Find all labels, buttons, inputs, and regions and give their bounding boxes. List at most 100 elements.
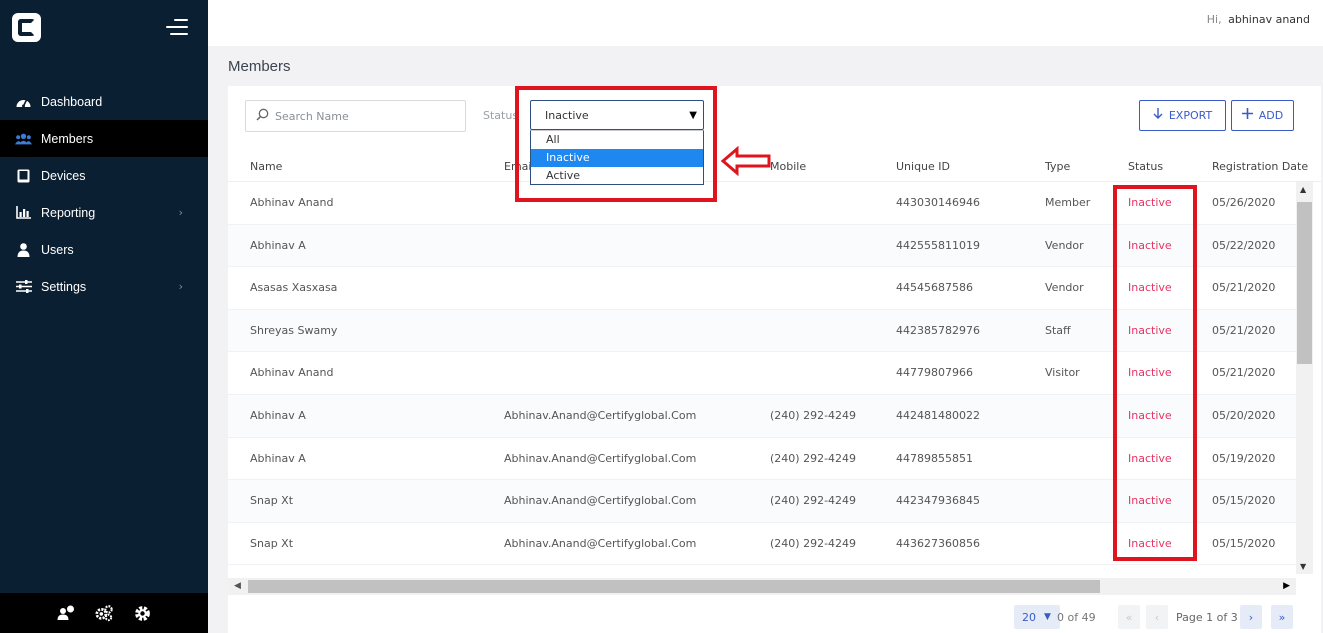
status-select[interactable]: Inactive ▼	[530, 100, 704, 130]
cell-name: Asasas Xasxasa	[250, 281, 338, 295]
column-header-type[interactable]: Type	[1045, 160, 1070, 173]
cell-registration-date: 05/21/2020	[1212, 366, 1276, 380]
user-greeting[interactable]: Hi, abhinav anand	[1207, 13, 1310, 26]
cell-name: Shreyas Swamy	[250, 323, 338, 337]
search-icon	[256, 108, 269, 124]
top-header: Hi, abhinav anand	[208, 0, 1323, 46]
cell-name: Snap Xt	[250, 494, 294, 508]
status-dropdown-list: All Inactive Active	[530, 130, 704, 185]
scroll-up-arrow-icon[interactable]: ▲	[1300, 185, 1306, 194]
cell-type: Vendor	[1045, 238, 1084, 252]
app-logo[interactable]	[12, 13, 41, 42]
cell-type: Vendor	[1045, 281, 1084, 295]
members-group-icon	[15, 132, 32, 146]
scroll-right-arrow-icon[interactable]: ▶	[1283, 581, 1290, 591]
last-page-icon[interactable]: »	[1271, 605, 1293, 629]
chevron-right-icon: ›	[178, 280, 183, 293]
cell-unique-id: 44545687586	[896, 281, 973, 295]
status-option-all[interactable]: All	[531, 131, 703, 149]
cell-status: Inactive	[1128, 323, 1172, 337]
status-selected-value: Inactive	[545, 108, 589, 122]
column-header-unique-id[interactable]: Unique ID	[896, 160, 950, 173]
table-row[interactable]: Abhinav A Abhinav.Anand@Certifyglobal.Co…	[228, 394, 1296, 438]
cell-unique-id: 44779807966	[896, 366, 973, 380]
record-count: 0 of 49	[1057, 611, 1096, 624]
cell-email: Abhinav.Anand@Certifyglobal.Com	[504, 494, 697, 508]
search-box[interactable]	[245, 100, 466, 132]
cell-status: Inactive	[1128, 494, 1172, 508]
next-page-icon[interactable]: ›	[1240, 605, 1262, 629]
page-size-select[interactable]: 20 ▼	[1014, 605, 1060, 629]
table-row[interactable]: Snap Xt Abhinav.Anand@Certifyglobal.Com …	[228, 523, 1296, 566]
cell-email: Abhinav.Anand@Certifyglobal.Com	[504, 536, 697, 550]
cell-unique-id: 44789855851	[896, 451, 973, 465]
scroll-down-arrow-icon[interactable]: ▼	[1300, 562, 1306, 571]
horizontal-scroll-thumb[interactable]	[248, 580, 1100, 593]
page-indicator: Page 1 of 3	[1176, 611, 1238, 624]
bar-chart-icon	[15, 206, 32, 220]
cell-name: Snap Xt	[250, 536, 294, 550]
cell-unique-id: 442385782976	[896, 323, 980, 337]
cell-unique-id: 442347936845	[896, 494, 980, 508]
horizontal-scrollbar[interactable]: ◀ ▶	[228, 578, 1296, 595]
sidebar-item-members[interactable]: Members	[0, 120, 208, 157]
table-row[interactable]: Shreyas Swamy 442385782976 Staff Inactiv…	[228, 309, 1296, 353]
vertical-scrollbar[interactable]: ▲ ▼	[1296, 182, 1313, 574]
search-input[interactable]	[275, 109, 455, 123]
hamburger-menu-icon[interactable]	[164, 18, 188, 36]
table-body: Abhinav Anand 443030146946 Member Inacti…	[228, 182, 1296, 578]
sidebar-nav: Dashboard Members Devices Reporting › Us…	[0, 83, 208, 305]
sidebar-item-label: Dashboard	[41, 94, 103, 109]
sidebar-item-settings[interactable]: Settings ›	[0, 268, 208, 305]
cogs-icon[interactable]	[95, 604, 113, 622]
cell-status: Inactive	[1128, 451, 1172, 465]
caret-down-icon: ▼	[1044, 612, 1051, 622]
cell-status: Inactive	[1128, 238, 1172, 252]
status-filter-label: Status	[483, 109, 519, 122]
table-row[interactable]: Abhinav A Abhinav.Anand@Certifyglobal.Co…	[228, 438, 1296, 481]
vertical-scroll-thumb[interactable]	[1297, 202, 1312, 364]
cell-name: Abhinav A	[250, 451, 306, 465]
chevron-right-icon: ›	[178, 206, 183, 219]
user-icon	[15, 242, 32, 257]
column-header-status[interactable]: Status	[1128, 160, 1163, 173]
table-row[interactable]: Abhinav Anand 44779807966 Visitor Inacti…	[228, 352, 1296, 395]
cell-status: Inactive	[1128, 281, 1172, 295]
arrow-down-icon	[1153, 108, 1163, 123]
cell-unique-id: 442481480022	[896, 408, 980, 422]
cell-email: Abhinav.Anand@Certifyglobal.Com	[504, 408, 697, 422]
cell-status: Inactive	[1128, 366, 1172, 380]
first-page-icon[interactable]: «	[1118, 605, 1140, 629]
gear-icon[interactable]	[133, 604, 151, 622]
table-row[interactable]: Asasas Xasxasa 44545687586 Vendor Inacti…	[228, 267, 1296, 310]
sidebar-item-label: Reporting	[41, 205, 96, 220]
cell-registration-date: 05/15/2020	[1212, 536, 1276, 550]
add-button[interactable]: ADD	[1231, 100, 1294, 131]
cell-type: Visitor	[1045, 366, 1080, 380]
scroll-left-arrow-icon[interactable]: ◀	[234, 581, 241, 591]
user-chat-icon[interactable]	[57, 604, 75, 622]
previous-page-icon[interactable]: ‹	[1146, 605, 1168, 629]
export-button[interactable]: EXPORT	[1139, 100, 1226, 131]
export-label: EXPORT	[1168, 109, 1213, 122]
table-row[interactable]: Abhinav A 442555811019 Vendor Inactive 0…	[228, 224, 1296, 268]
table-row[interactable]: Abhinav Anand 443030146946 Member Inacti…	[228, 182, 1296, 225]
sidebar-item-devices[interactable]: Devices	[0, 157, 208, 194]
column-header-name[interactable]: Name	[250, 160, 282, 173]
table-row[interactable]: Snap Xt Abhinav.Anand@Certifyglobal.Com …	[228, 480, 1296, 523]
cell-registration-date: 05/22/2020	[1212, 238, 1276, 252]
column-header-registration-date[interactable]: Registration Date	[1212, 160, 1308, 173]
cell-unique-id: 442555811019	[896, 238, 980, 252]
column-header-mobile[interactable]: Mobile	[770, 160, 806, 173]
sidebar-item-users[interactable]: Users	[0, 231, 208, 268]
sidebar-item-reporting[interactable]: Reporting ›	[0, 194, 208, 231]
cell-mobile: (240) 292-4249	[770, 408, 857, 422]
caret-down-icon: ▼	[689, 110, 697, 121]
sidebar-item-dashboard[interactable]: Dashboard	[0, 83, 208, 120]
cell-registration-date: 05/19/2020	[1212, 451, 1276, 465]
tablet-device-icon	[15, 169, 32, 183]
status-option-active[interactable]: Active	[531, 167, 703, 185]
members-card: Status Inactive ▼ All Inactive Active EX…	[228, 86, 1321, 633]
cell-unique-id: 443627360856	[896, 536, 980, 550]
status-option-inactive[interactable]: Inactive	[531, 149, 703, 167]
